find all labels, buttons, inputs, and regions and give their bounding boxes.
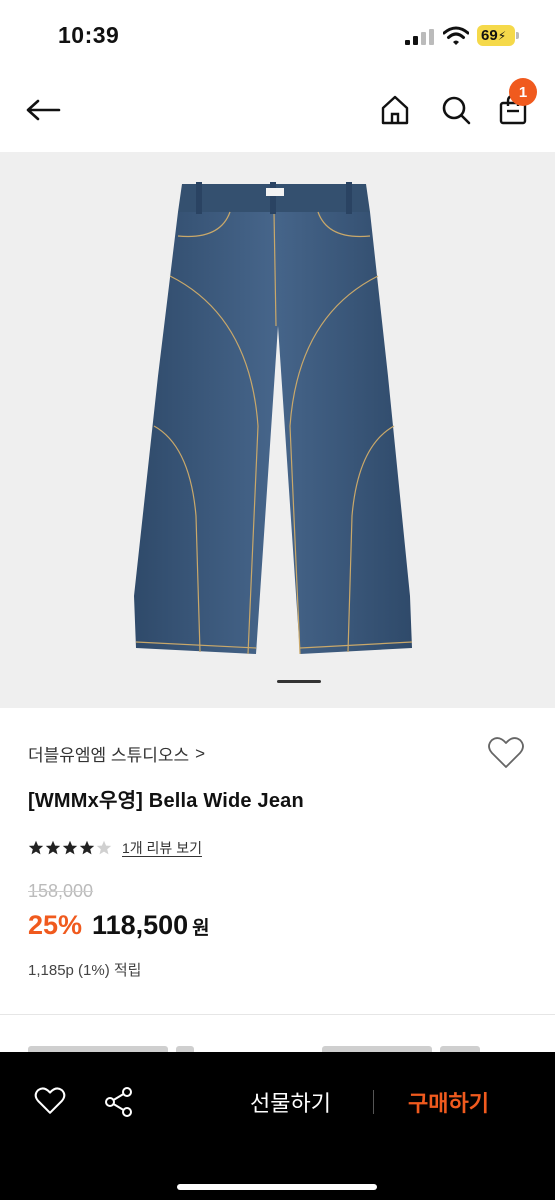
star-filled-icon	[62, 840, 78, 855]
wifi-icon	[443, 26, 469, 45]
home-icon	[381, 95, 409, 125]
price-row: 25% 118,500 원	[28, 910, 210, 941]
wishlist-button[interactable]	[487, 736, 527, 774]
currency-unit: 원	[192, 918, 210, 939]
gift-button[interactable]: 선물하기	[250, 1086, 331, 1118]
chevron-right-icon: >	[195, 743, 206, 763]
home-indicator	[177, 1184, 377, 1190]
share-button[interactable]	[103, 1086, 137, 1120]
carousel-indicator	[277, 680, 321, 683]
discount-rate: 25%	[28, 910, 83, 940]
reward-points: 1,185p (1%) 적립	[28, 962, 142, 979]
bottom-wishlist-button[interactable]	[34, 1086, 68, 1118]
original-price: 158,000	[28, 881, 94, 901]
charging-bolt-icon: ⚡	[497, 29, 507, 43]
brand-name: 더블유엠엠 스튜디오스	[28, 746, 190, 765]
heart-icon	[34, 1087, 66, 1114]
share-icon	[105, 1087, 132, 1117]
buy-button[interactable]: 구매하기	[408, 1086, 489, 1118]
status-time: 10:39	[58, 22, 120, 48]
battery-level: 69	[481, 27, 498, 44]
rating-row: 1개 리뷰 보기	[28, 838, 202, 858]
star-filled-icon	[45, 840, 61, 855]
product-image-carousel[interactable]	[0, 152, 555, 708]
home-button[interactable]	[375, 89, 415, 131]
battery-cap	[516, 32, 519, 39]
cart-count-badge: 1	[509, 78, 537, 106]
top-nav-bar	[0, 72, 555, 152]
battery-indicator: 69⚡	[477, 25, 519, 46]
section-divider	[0, 1014, 555, 1015]
product-photo-jeans	[134, 182, 413, 655]
review-link[interactable]: 1개 리뷰 보기	[122, 838, 202, 858]
star-rating	[28, 840, 112, 856]
brand-link[interactable]: 더블유엠엠 스튜디오스 >	[28, 741, 205, 766]
bottom-bar-divider	[373, 1090, 374, 1114]
sale-price: 118,500	[92, 910, 189, 940]
star-empty-icon	[96, 840, 112, 855]
back-arrow-icon	[26, 99, 61, 121]
signal-icon	[405, 29, 434, 45]
star-filled-icon	[79, 840, 95, 855]
search-button[interactable]	[436, 89, 476, 131]
search-icon	[442, 96, 471, 125]
star-filled-icon	[28, 840, 44, 855]
product-name: [WMMx우영] Bella Wide Jean	[28, 790, 304, 812]
heart-icon	[488, 737, 524, 768]
status-bar: 10:39 69⚡	[0, 0, 555, 72]
bottom-action-bar: 선물하기 구매하기	[0, 1052, 555, 1200]
back-button[interactable]	[22, 90, 64, 130]
